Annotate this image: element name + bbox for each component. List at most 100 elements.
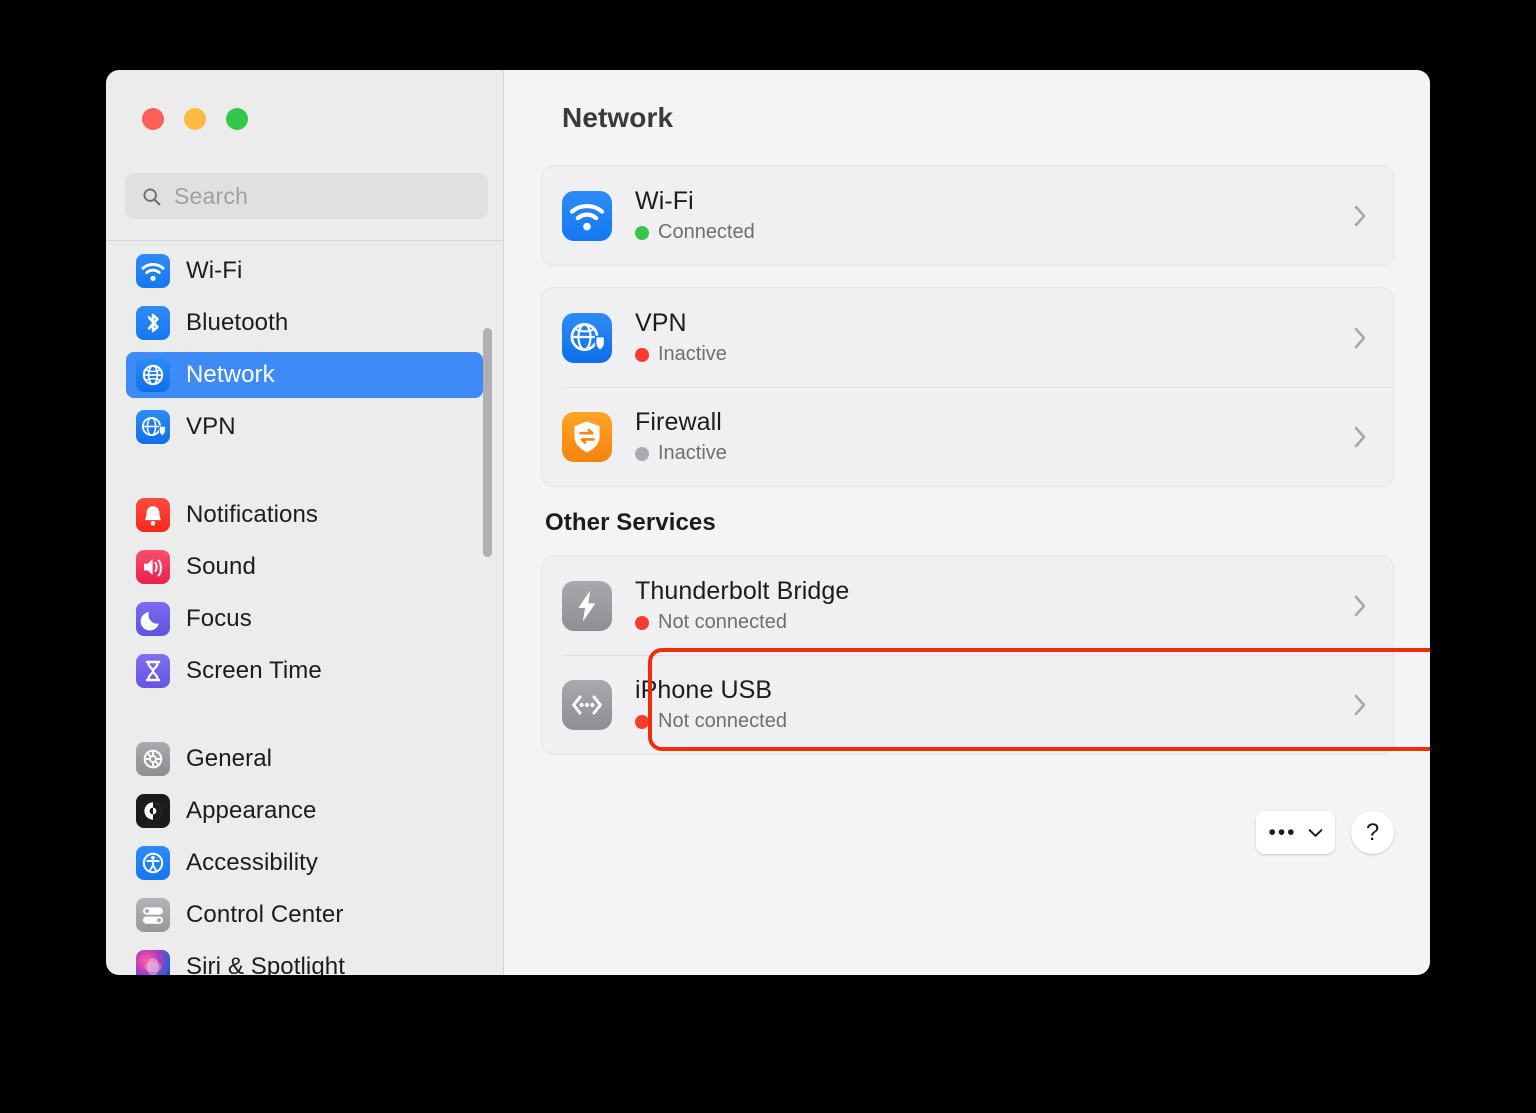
service-row-firewall[interactable]: Firewall Inactive <box>542 387 1393 486</box>
service-name: Thunderbolt Bridge <box>635 577 850 605</box>
sidebar-item-wifi[interactable]: Wi-Fi <box>126 248 483 294</box>
service-row-wifi[interactable]: Wi-Fi Connected <box>542 166 1393 265</box>
service-row-thunderbolt-bridge[interactable]: Thunderbolt Bridge Not connected <box>542 556 1393 655</box>
status-text: Not connected <box>658 710 787 732</box>
card-wifi: Wi-Fi Connected <box>541 165 1394 266</box>
sidebar-item-general[interactable]: General <box>126 736 483 782</box>
service-row-iphone-usb[interactable]: iPhone USB Not connected <box>542 655 1393 754</box>
sidebar-item-label: Screen Time <box>186 657 322 684</box>
sidebar-item-screen-time[interactable]: Screen Time <box>126 648 483 694</box>
more-options-button[interactable]: ••• <box>1256 811 1335 854</box>
bell-icon <box>136 498 170 532</box>
hourglass-icon <box>136 654 170 688</box>
status-dot-red <box>635 615 649 630</box>
service-name: VPN <box>635 309 687 337</box>
close-button[interactable] <box>142 108 164 130</box>
sidebar-group-system: Notifications Sound Focus Screen Time <box>106 492 503 694</box>
sidebar-group-general: General Appearance Accessibility Control… <box>106 736 503 975</box>
vpn-globe-shield-icon <box>562 312 612 363</box>
sidebar-group-spacer-2 <box>106 700 503 736</box>
moon-icon <box>136 602 170 636</box>
status-text: Inactive <box>658 442 727 464</box>
wifi-icon <box>562 190 612 241</box>
service-text: Firewall Inactive <box>635 408 1353 465</box>
footer-actions: ••• ? <box>1256 811 1394 854</box>
sidebar-item-vpn[interactable]: VPN <box>126 404 483 450</box>
gear-icon <box>136 742 170 776</box>
sidebar-group-spacer <box>106 456 503 492</box>
sidebar-item-label: Accessibility <box>186 849 318 876</box>
bluetooth-icon <box>136 306 170 340</box>
sidebar-item-label: Wi-Fi <box>186 257 243 284</box>
accessibility-icon <box>136 846 170 880</box>
speaker-icon <box>136 550 170 584</box>
status-dot-gray <box>635 446 649 461</box>
section-heading-other-services: Other Services <box>545 509 716 536</box>
sliders-icon <box>136 898 170 932</box>
status-dot-red <box>635 714 649 729</box>
settings-content: Wi-Fi Connected VPN Inactive Firewall In… <box>541 165 1394 776</box>
siri-icon <box>136 950 170 975</box>
sidebar-item-label: Control Center <box>186 901 344 928</box>
page-title: Network <box>562 102 674 133</box>
service-text: Thunderbolt Bridge Not connected <box>635 577 1353 634</box>
thunderbolt-icon <box>562 580 612 631</box>
service-text: VPN Inactive <box>635 309 1353 366</box>
sidebar-divider <box>106 240 503 241</box>
status-dot-green <box>635 225 649 240</box>
card-other-services: Thunderbolt Bridge Not connected iPhone … <box>541 555 1394 755</box>
chevron-right-icon <box>1354 327 1366 348</box>
service-status: Connected <box>635 221 1353 244</box>
chevron-right-icon <box>1354 595 1366 616</box>
sidebar-item-siri-spotlight[interactable]: Siri & Spotlight <box>126 944 483 975</box>
search-input[interactable]: Search <box>125 173 488 219</box>
sidebar-item-control-center[interactable]: Control Center <box>126 892 483 938</box>
sidebar-item-accessibility[interactable]: Accessibility <box>126 840 483 886</box>
service-status: Not connected <box>635 611 1353 634</box>
service-name: Wi-Fi <box>635 187 694 215</box>
zoom-button[interactable] <box>226 108 248 130</box>
service-text: Wi-Fi Connected <box>635 187 1353 244</box>
vpn-globe-shield-icon <box>136 410 170 444</box>
wifi-icon <box>136 254 170 288</box>
window-controls <box>142 108 248 130</box>
globe-icon <box>136 358 170 392</box>
sidebar-item-label: General <box>186 745 273 772</box>
firewall-shield-icon <box>562 411 612 462</box>
service-text: iPhone USB Not connected <box>635 676 1353 733</box>
sidebar-item-notifications[interactable]: Notifications <box>126 492 483 538</box>
service-status: Not connected <box>635 710 1353 733</box>
service-status: Inactive <box>635 343 1353 366</box>
service-row-vpn[interactable]: VPN Inactive <box>542 288 1393 387</box>
service-name: iPhone USB <box>635 676 773 704</box>
sidebar: Search Wi-Fi Bluetooth Network VPN Notif… <box>106 70 504 975</box>
system-settings-window: Search Wi-Fi Bluetooth Network VPN Notif… <box>106 70 1430 975</box>
usb-brackets-icon <box>562 679 612 730</box>
sidebar-scrollbar[interactable] <box>483 328 492 557</box>
search-placeholder: Search <box>174 182 249 209</box>
sidebar-item-focus[interactable]: Focus <box>126 596 483 642</box>
search-icon <box>143 187 161 205</box>
sidebar-item-label: Notifications <box>186 501 319 528</box>
sidebar-item-bluetooth[interactable]: Bluetooth <box>126 300 483 346</box>
sidebar-item-appearance[interactable]: Appearance <box>126 788 483 834</box>
chevron-right-icon <box>1354 694 1366 715</box>
search-field-wrapper: Search <box>125 173 488 219</box>
sidebar-item-label: VPN <box>186 413 236 440</box>
chevron-down-icon <box>1308 828 1322 837</box>
sidebar-item-sound[interactable]: Sound <box>126 544 483 590</box>
appearance-icon <box>136 794 170 828</box>
sidebar-item-label: Siri & Spotlight <box>186 953 346 975</box>
help-button[interactable]: ? <box>1351 811 1394 854</box>
minimize-button[interactable] <box>184 108 206 130</box>
sidebar-item-label: Focus <box>186 605 252 632</box>
sidebar-item-network[interactable]: Network <box>126 352 483 398</box>
sidebar-item-label: Sound <box>186 553 256 580</box>
status-dot-red <box>635 347 649 362</box>
sidebar-item-label: Appearance <box>186 797 317 824</box>
status-text: Inactive <box>658 343 727 365</box>
service-name: Firewall <box>635 408 722 436</box>
chevron-right-icon <box>1354 205 1366 226</box>
sidebar-item-label: Bluetooth <box>186 309 289 336</box>
more-dots-icon: ••• <box>1268 820 1297 844</box>
